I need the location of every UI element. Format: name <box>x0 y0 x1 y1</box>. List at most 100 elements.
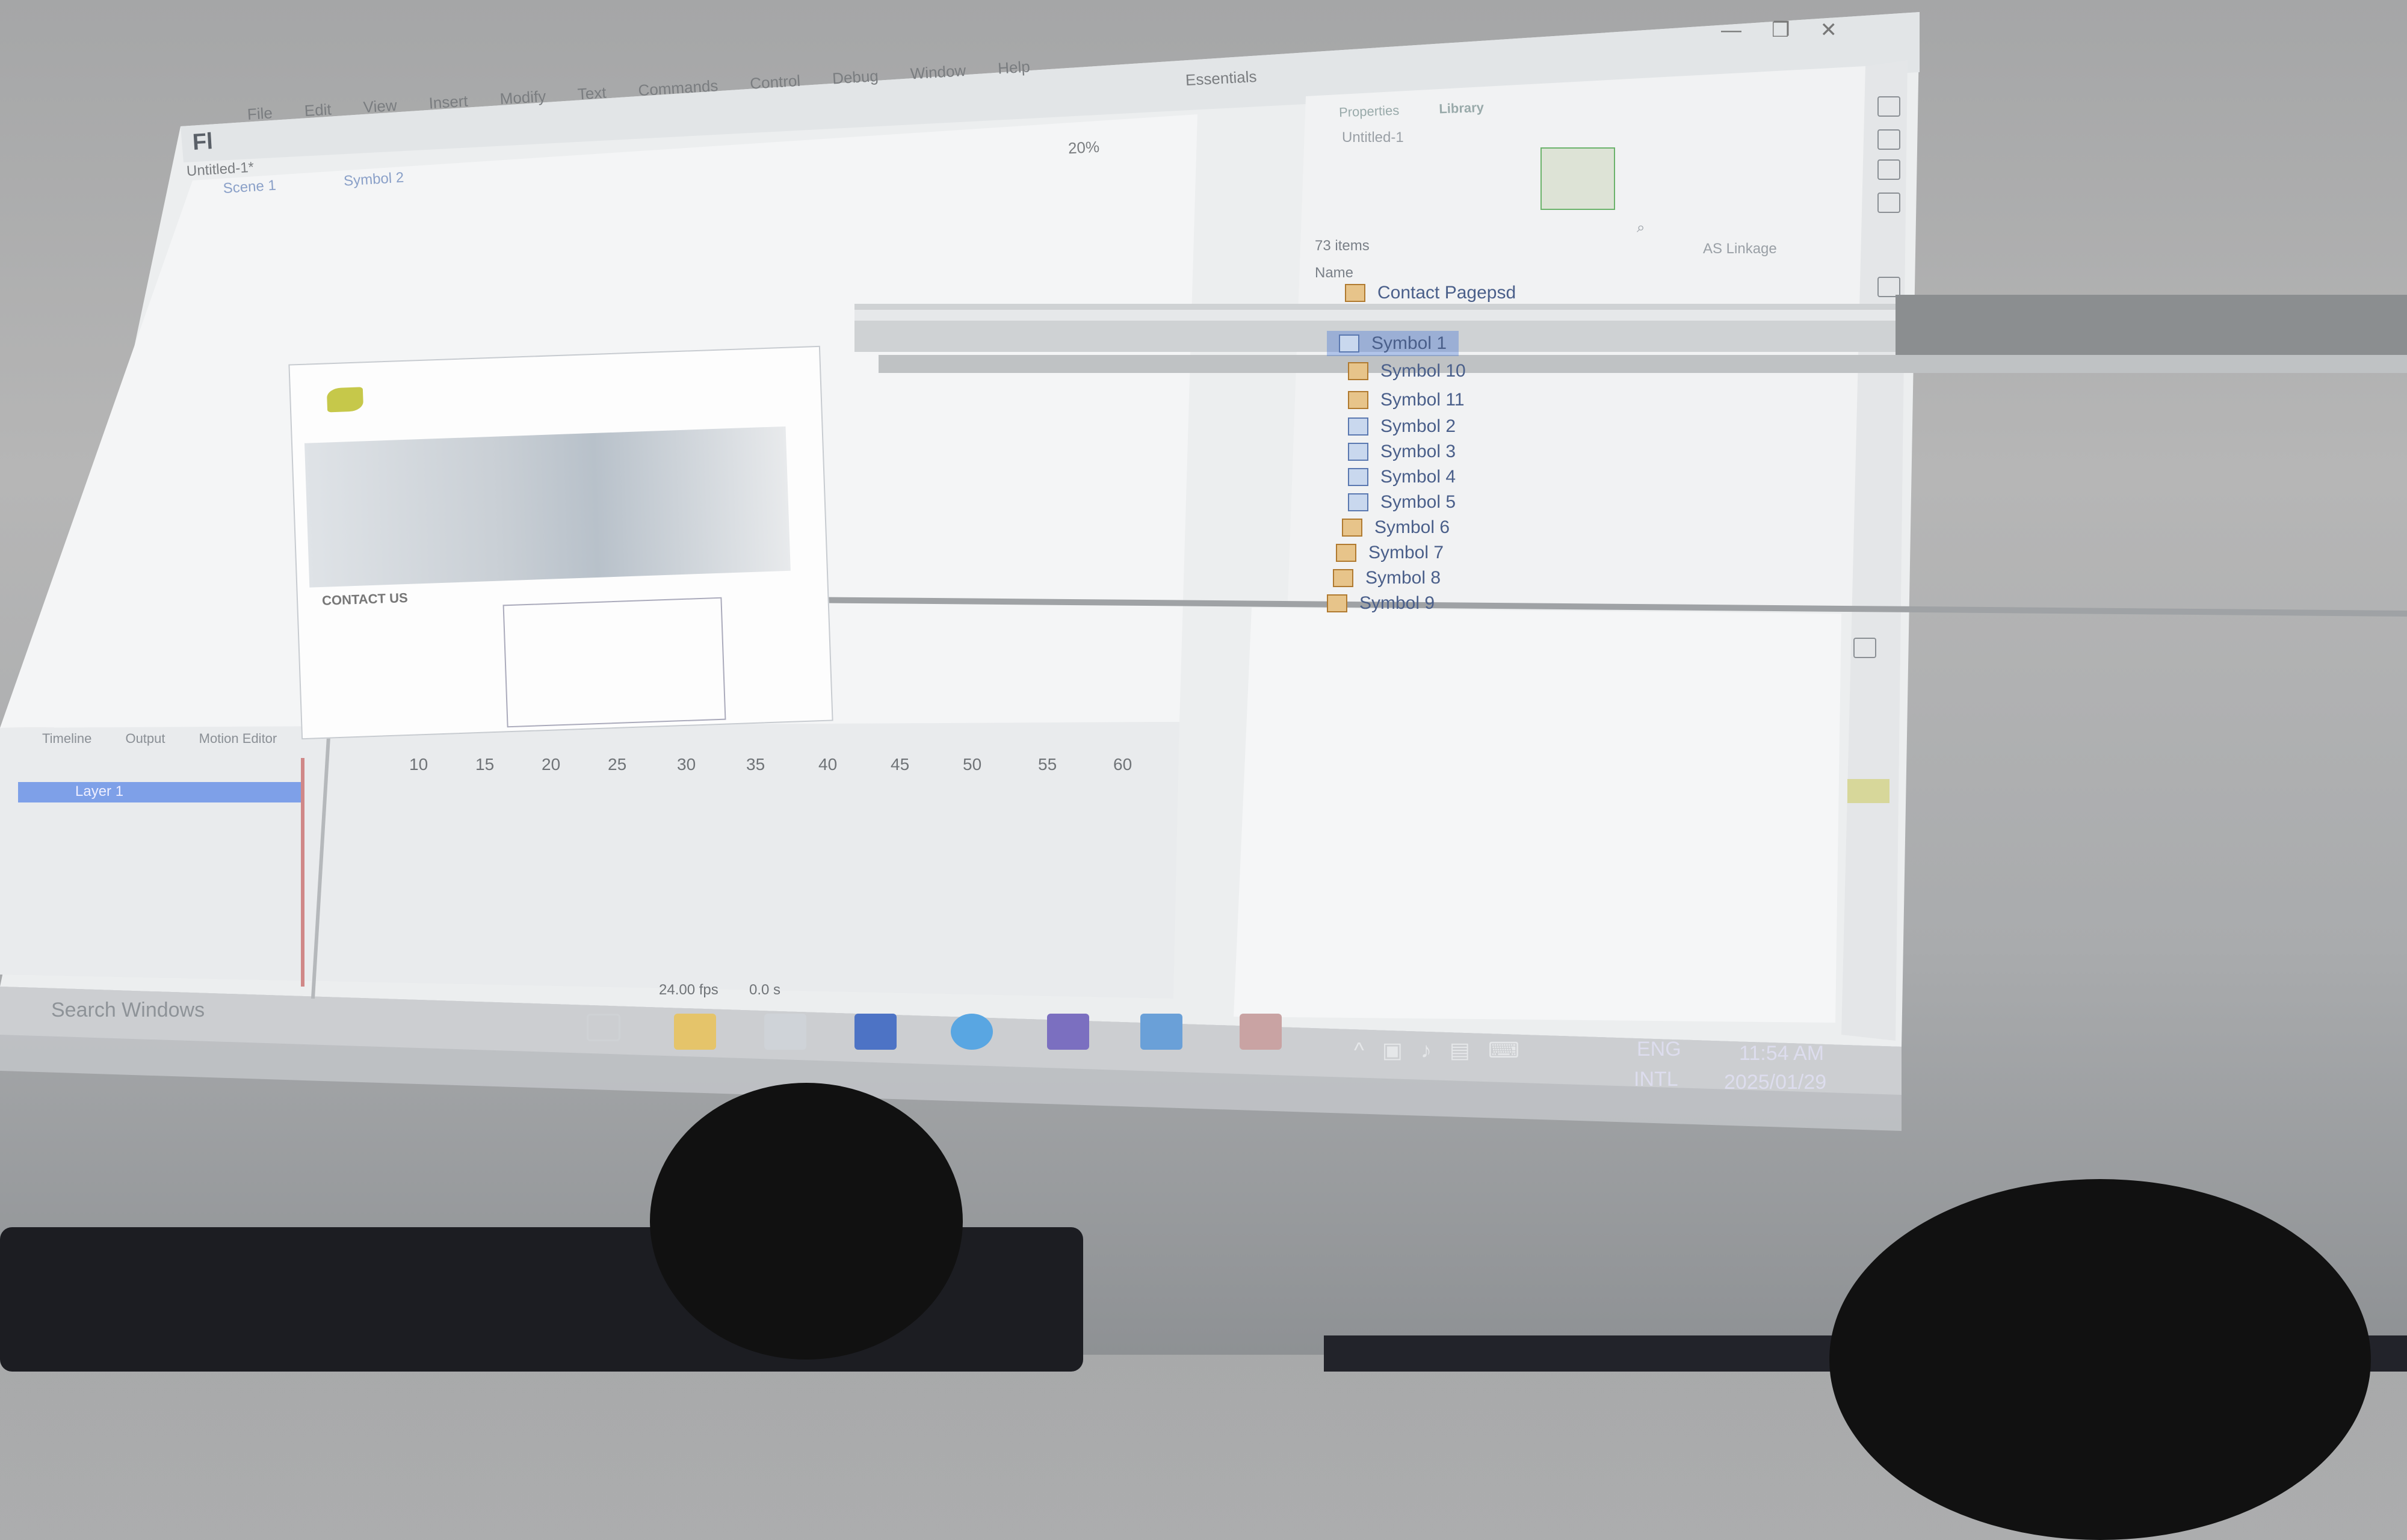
library-item-label: Symbol 7 <box>1368 543 1444 562</box>
language-bottom[interactable]: INTL <box>1634 1068 1678 1091</box>
library-item-label: Symbol 1 <box>1371 333 1447 353</box>
fill-color-swatch[interactable] <box>1847 779 1889 803</box>
frame-50: 50 <box>963 755 982 774</box>
library-item[interactable]: Symbol 8 <box>1333 568 1441 588</box>
flash-taskbar-icon[interactable] <box>1240 1014 1282 1050</box>
cloud-app-icon[interactable] <box>951 1014 993 1050</box>
layer-name[interactable]: Layer 1 <box>75 783 123 800</box>
menu-modify[interactable]: Modify <box>499 87 546 108</box>
tray-icons[interactable]: ^▣♪▤⌨ <box>1354 1038 1537 1063</box>
taskbar-search[interactable]: Search Windows <box>51 999 205 1022</box>
zoom-select[interactable]: 20% <box>1068 138 1100 158</box>
site-logo <box>326 387 364 413</box>
selection-tool-icon[interactable] <box>1877 96 1900 117</box>
menu-file[interactable]: File <box>247 103 273 123</box>
free-transform-tool-icon[interactable] <box>1877 159 1900 180</box>
library-document-select[interactable]: Untitled-1 <box>1342 129 1404 146</box>
fps-readout[interactable]: 24.00 fps <box>659 982 718 999</box>
library-item[interactable]: Symbol 1 <box>1327 331 1459 356</box>
subselection-tool-icon[interactable] <box>1877 129 1900 150</box>
keyboard-icon[interactable]: ⌨ <box>1488 1038 1537 1062</box>
contact-heading: CONTACT US <box>321 590 409 608</box>
remote-desktop-icon[interactable] <box>1140 1014 1182 1050</box>
tab-library[interactable]: Library <box>1439 100 1484 117</box>
zoom-tool-icon[interactable] <box>1853 638 1876 658</box>
menu-window[interactable]: Window <box>910 61 966 83</box>
folder-icon <box>1342 519 1362 537</box>
library-item[interactable]: Symbol 4 <box>1348 467 1456 487</box>
menu-text[interactable]: Text <box>577 84 607 103</box>
library-item[interactable]: Symbol 2 <box>1348 416 1456 437</box>
library-item[interactable]: Symbol 9 <box>1327 593 1435 614</box>
photoshop-icon[interactable] <box>854 1014 897 1050</box>
close-icon[interactable]: ✕ <box>1820 19 1867 42</box>
chevron-up-icon[interactable]: ^ <box>1354 1038 1382 1062</box>
library-search-icon[interactable]: ⌕ <box>1637 220 1645 236</box>
menu-control[interactable]: Control <box>749 72 801 93</box>
menu-debug[interactable]: Debug <box>832 67 879 88</box>
layer-row[interactable]: Layer 1 <box>18 782 301 802</box>
file-explorer-icon[interactable] <box>674 1014 716 1050</box>
tab-motion-editor[interactable]: Motion Editor <box>199 731 277 746</box>
frame-25: 25 <box>608 755 627 774</box>
library-item-label: Symbol 4 <box>1380 467 1456 487</box>
tab-properties[interactable]: Properties <box>1339 103 1400 120</box>
workspace-switcher[interactable]: Essentials <box>1185 67 1257 90</box>
restore-icon[interactable]: ❐ <box>1772 19 1820 42</box>
library-item[interactable]: Symbol 3 <box>1348 442 1456 462</box>
hero-image <box>304 426 791 588</box>
window-controls: —❐✕ <box>1721 18 1867 42</box>
menu-insert[interactable]: Insert <box>428 92 469 112</box>
library-item[interactable]: Symbol 10 <box>1348 361 1466 381</box>
folder-icon <box>1345 284 1365 302</box>
library-item-label: Symbol 6 <box>1374 517 1450 537</box>
library-item[interactable]: Symbol 7 <box>1336 543 1444 563</box>
library-item[interactable]: Contact Pagepsd <box>1345 283 1516 303</box>
clock-time[interactable]: 11:54 AM <box>1739 1042 1824 1065</box>
library-item-label: Symbol 2 <box>1380 416 1456 436</box>
library-item-label: Symbol 8 <box>1365 568 1441 588</box>
stage-canvas[interactable]: CONTACT US <box>288 345 833 740</box>
menu-edit[interactable]: Edit <box>304 100 332 120</box>
library-item-label: Symbol 9 <box>1359 593 1435 613</box>
frame-35: 35 <box>746 755 765 774</box>
frame-60: 60 <box>1113 755 1132 774</box>
task-view-icon[interactable] <box>587 1014 620 1041</box>
library-item-label: Symbol 3 <box>1380 442 1456 461</box>
breadcrumb-symbol[interactable]: Symbol 2 <box>343 170 404 189</box>
tab-timeline[interactable]: Timeline <box>42 731 91 746</box>
symbol-icon <box>1339 334 1359 353</box>
symbol-icon <box>1348 468 1368 486</box>
app-icon[interactable] <box>1047 1014 1089 1050</box>
library-item[interactable]: Symbol 5 <box>1348 492 1456 513</box>
breadcrumb-scene[interactable]: Scene 1 <box>223 177 277 197</box>
app-logo[interactable]: Fl <box>192 129 214 156</box>
menu-help[interactable]: Help <box>997 57 1030 77</box>
folder-icon <box>1327 594 1347 612</box>
symbol-icon <box>1348 443 1368 461</box>
clock-date[interactable]: 2025/01/29 <box>1724 1071 1826 1094</box>
student-head-right <box>1829 1179 2371 1540</box>
column-name[interactable]: Name <box>1315 265 1353 282</box>
speaker-icon[interactable]: ♪ <box>1421 1038 1450 1062</box>
library-preview <box>1540 147 1615 210</box>
tab-output[interactable]: Output <box>125 731 165 746</box>
symbol-icon <box>1348 417 1368 436</box>
text-tool-icon[interactable] <box>1877 277 1900 297</box>
frame-10: 10 <box>409 755 428 774</box>
language-top[interactable]: ENG <box>1637 1038 1681 1061</box>
lasso-tool-icon[interactable] <box>1877 192 1900 213</box>
timeline-tabs: Timeline Output Motion Editor <box>42 731 277 747</box>
notification-icon[interactable]: ▤ <box>1450 1038 1488 1062</box>
library-item[interactable]: Symbol 11 <box>1348 390 1465 410</box>
library-item-label: Symbol 11 <box>1380 390 1465 410</box>
network-icon[interactable]: ▣ <box>1382 1038 1421 1062</box>
library-item-label: Contact Pagepsd <box>1377 283 1516 303</box>
library-item-label: Symbol 5 <box>1380 492 1456 512</box>
store-icon[interactable] <box>764 1014 806 1050</box>
menu-view[interactable]: View <box>363 96 398 116</box>
column-linkage[interactable]: AS Linkage <box>1703 241 1777 257</box>
playhead[interactable] <box>301 758 304 987</box>
minimize-icon[interactable]: — <box>1721 19 1772 42</box>
library-item[interactable]: Symbol 6 <box>1342 517 1450 538</box>
